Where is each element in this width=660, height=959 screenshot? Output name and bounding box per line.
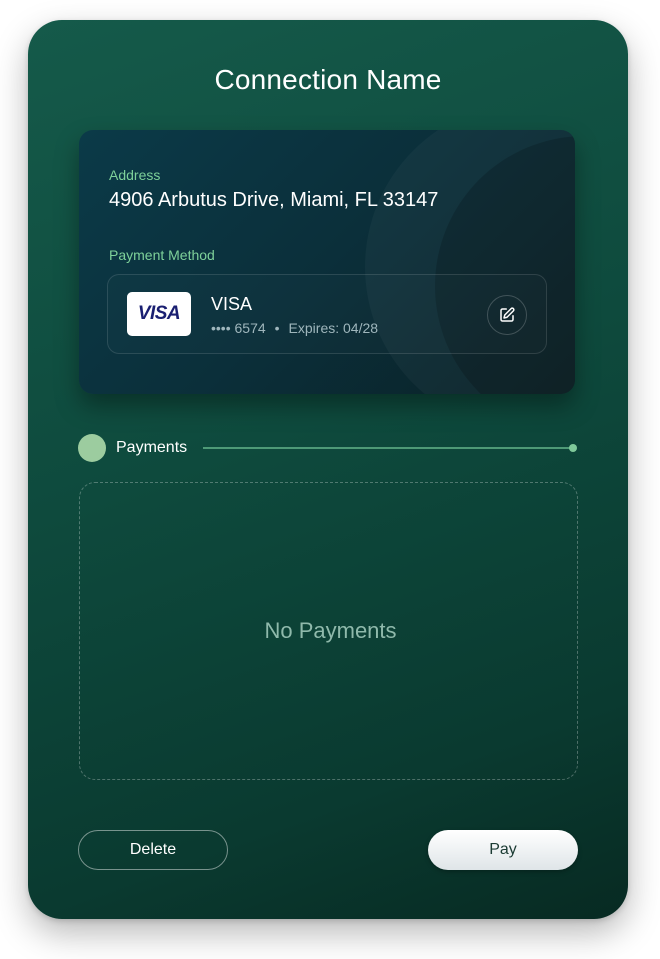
payments-section-title: Payments (116, 439, 188, 456)
payment-method-label: Payment Method (109, 247, 215, 263)
connection-info-panel: Address 4906 Arbutus Drive, Miami, FL 33… (79, 130, 575, 394)
payments-list-empty: No Payments (79, 482, 578, 780)
card-details-separator: • (274, 320, 280, 336)
edit-icon (500, 307, 515, 322)
delete-button[interactable]: Delete (78, 830, 228, 870)
empty-state-text: No Payments (264, 618, 397, 643)
edit-payment-method-button[interactable] (487, 295, 527, 335)
visa-logo: VISA (127, 292, 191, 336)
connection-card: Connection Name Address 4906 Arbutus Dri… (28, 20, 628, 919)
section-dot-icon (78, 434, 106, 462)
address-label: Address (109, 167, 161, 183)
card-details: •••• 6574 • Expires: 04/28 (211, 320, 378, 336)
address-value: 4906 Arbutus Drive, Miami, FL 33147 (109, 189, 439, 211)
page-title: Connection Name (214, 64, 442, 95)
card-brand: VISA (211, 294, 253, 314)
pay-button[interactable]: Pay (428, 830, 578, 870)
section-divider (203, 447, 573, 449)
card-expiry: Expires: 04/28 (288, 320, 379, 336)
payments-section-header: Payments (78, 434, 578, 462)
payment-method-box: VISA VISA •••• 6574 • Expires: 04/28 (107, 274, 547, 354)
card-masked-number: •••• 6574 (211, 320, 266, 336)
section-divider-end-dot (569, 444, 577, 452)
